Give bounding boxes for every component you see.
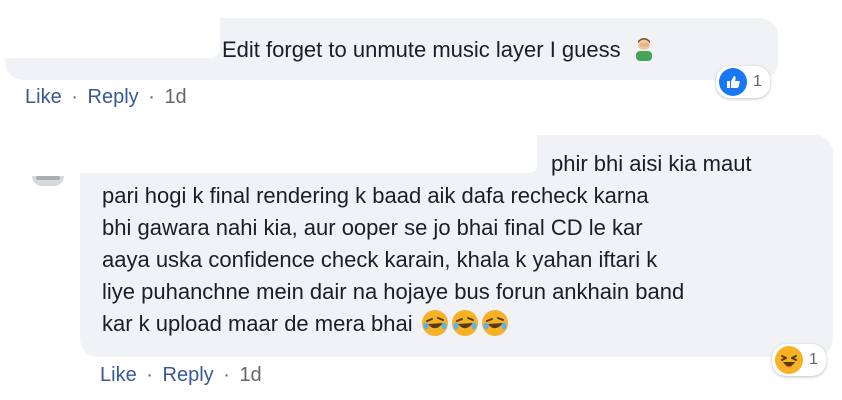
- comment-text: Edit forget to unmute music layer I gues…: [222, 35, 657, 64]
- reply-link[interactable]: Reply: [88, 86, 139, 108]
- rolling-laughing-icon: [481, 310, 508, 336]
- redacted-area: [5, 6, 220, 58]
- reaction-summary[interactable]: 1: [716, 66, 770, 98]
- redacted-area: [80, 135, 537, 173]
- comment-text-line: pari hogi k final rendering k baad aik d…: [102, 183, 649, 208]
- like-link[interactable]: Like: [100, 364, 137, 386]
- comment-text: pari hogi k final rendering k baad aik d…: [102, 180, 684, 340]
- reaction-count: 1: [753, 73, 762, 90]
- separator: ·: [223, 364, 230, 386]
- comment-actions: Like · Reply · 1d: [100, 364, 262, 387]
- separator: ·: [71, 86, 78, 108]
- reaction-count: 1: [809, 351, 818, 368]
- reaction-summary[interactable]: 1: [772, 344, 826, 376]
- facepalm-man-icon: [635, 38, 652, 61]
- haha-reaction-icon: [775, 346, 803, 374]
- timestamp[interactable]: 1d: [164, 86, 186, 108]
- reply-link[interactable]: Reply: [163, 364, 214, 386]
- rolling-laughing-icon: [451, 310, 478, 336]
- like-link[interactable]: Like: [25, 86, 62, 108]
- avatar[interactable]: [32, 176, 64, 186]
- comment-text-line-last: kar k upload maar de mera bhai: [102, 308, 684, 340]
- rolling-laughing-icon: [421, 310, 448, 336]
- separator: ·: [146, 364, 153, 386]
- comment-text-line: aaya uska confidence check karain, khala…: [102, 247, 658, 272]
- like-reaction-icon: [719, 68, 747, 96]
- comment-actions: Like · Reply · 1d: [25, 86, 187, 109]
- comment-text-line: liye puhanchne mein dair na hojaye bus f…: [102, 279, 685, 304]
- separator: ·: [148, 86, 155, 108]
- timestamp[interactable]: 1d: [239, 364, 261, 386]
- comment-text-line: phir bhi aisi kia maut: [551, 151, 752, 176]
- comment-text-line: bhi gawara nahi kia, aur ooper se jo bha…: [102, 215, 643, 240]
